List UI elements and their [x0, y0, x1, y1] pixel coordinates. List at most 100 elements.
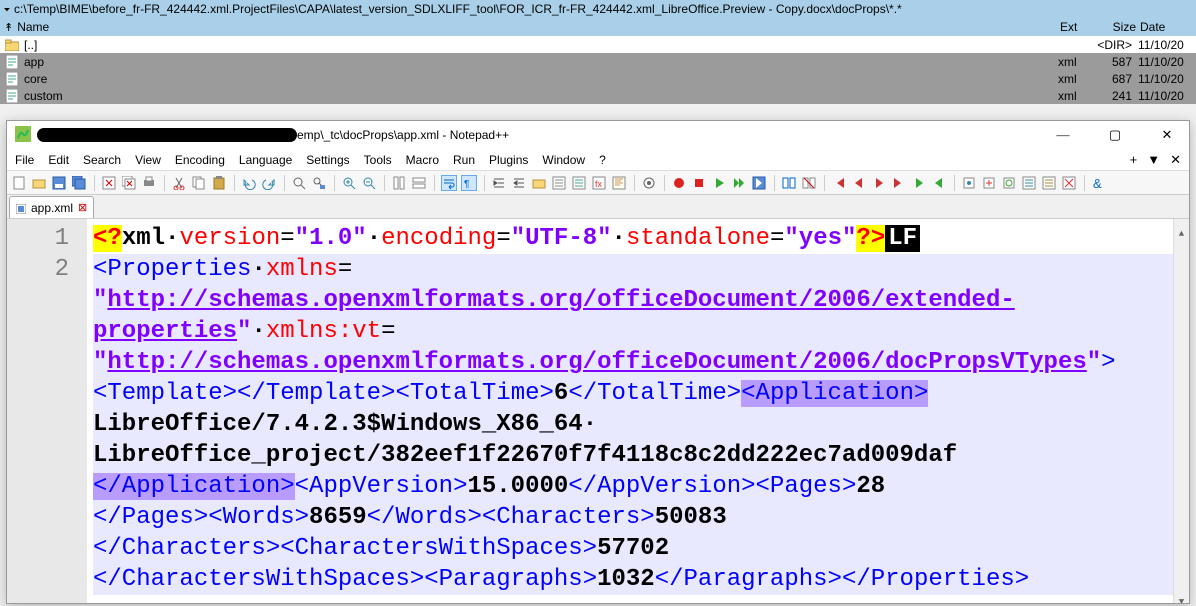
tb-replace-icon[interactable] [311, 175, 327, 191]
tb-redo-icon[interactable] [261, 175, 277, 191]
tb-save-icon[interactable] [51, 175, 67, 191]
tb-docswitch-icon[interactable] [571, 175, 587, 191]
tb-plugin6-icon[interactable] [1061, 175, 1077, 191]
tb-compare-icon[interactable] [781, 175, 797, 191]
menu-view[interactable]: View [135, 153, 161, 167]
tb-undo-icon[interactable] [241, 175, 257, 191]
tb-folder-icon[interactable] [531, 175, 547, 191]
menu-file[interactable]: File [15, 153, 34, 167]
maximize-button[interactable]: ▢ [1101, 127, 1129, 143]
file-row[interactable]: app xml 587 11/10/20 [0, 53, 1196, 70]
tb-allchars-icon[interactable]: ¶ [461, 175, 477, 191]
tb-plugin1-icon[interactable] [961, 175, 977, 191]
tb-amp-icon[interactable]: & [1091, 175, 1107, 191]
editor-area: 1 2 <?xml·version="1.0"·encoding="UTF-8"… [7, 219, 1189, 603]
tb-funclist-icon[interactable]: fx [591, 175, 607, 191]
tb-diff-next-icon[interactable] [911, 175, 927, 191]
path-dropdown-icon[interactable]: ▾ [4, 5, 10, 13]
tb-record-icon[interactable] [671, 175, 687, 191]
code-view[interactable]: <?xml·version="1.0"·encoding="UTF-8"·sta… [87, 219, 1189, 603]
tb-sep [821, 175, 827, 191]
file-date: 11/10/20 [1138, 38, 1192, 52]
tb-nav-first-icon[interactable] [831, 175, 847, 191]
tb-monitor-icon[interactable] [641, 175, 657, 191]
menu-plus-icon[interactable]: + [1130, 152, 1138, 168]
menu-search[interactable]: Search [83, 153, 121, 167]
menu-help[interactable]: ? [599, 153, 606, 167]
file-date: 11/10/20 [1138, 55, 1192, 69]
file-size: 241 [1093, 89, 1138, 103]
tb-sep [161, 175, 167, 191]
menu-plugins[interactable]: Plugins [489, 153, 528, 167]
tb-sep [381, 175, 387, 191]
tb-nav-last-icon[interactable] [891, 175, 907, 191]
tb-saveall-icon[interactable] [71, 175, 87, 191]
file-name: app [24, 55, 1058, 69]
file-size: 687 [1093, 72, 1138, 86]
tb-play-icon[interactable] [711, 175, 727, 191]
file-manager-pane: ▾ c:\Temp\BIME\before_fr-FR_424442.xml.P… [0, 0, 1196, 104]
tb-stop-icon[interactable] [691, 175, 707, 191]
tb-copy-icon[interactable] [191, 175, 207, 191]
tb-find-icon[interactable] [291, 175, 307, 191]
file-row[interactable]: [..] <DIR> 11/10/20 [0, 36, 1196, 53]
file-row[interactable]: custom xml 241 11/10/20 [0, 87, 1196, 104]
col-name-label: Name [17, 20, 49, 34]
file-row[interactable]: core xml 687 11/10/20 [0, 70, 1196, 87]
tb-sync-h-icon[interactable] [411, 175, 427, 191]
vertical-scrollbar[interactable]: ▲ ▼ [1173, 219, 1189, 603]
tb-plugin4-icon[interactable] [1021, 175, 1037, 191]
tb-outdent-icon[interactable] [511, 175, 527, 191]
menu-edit[interactable]: Edit [48, 153, 69, 167]
path-bar[interactable]: ▾ c:\Temp\BIME\before_fr-FR_424442.xml.P… [0, 0, 1196, 18]
tb-nav-next-icon[interactable] [871, 175, 887, 191]
tb-savemacro-icon[interactable] [751, 175, 767, 191]
tb-open-icon[interactable] [31, 175, 47, 191]
menu-macro[interactable]: Macro [406, 153, 439, 167]
path-text: c:\Temp\BIME\before_fr-FR_424442.xml.Pro… [14, 2, 902, 16]
tb-docmap-icon[interactable] [611, 175, 627, 191]
tb-diff-prev-icon[interactable] [931, 175, 947, 191]
menu-settings[interactable]: Settings [306, 153, 349, 167]
tb-zoomout-icon[interactable] [361, 175, 377, 191]
tb-plugin3-icon[interactable] [1001, 175, 1017, 191]
col-size[interactable]: Size [1093, 18, 1138, 36]
col-name[interactable]: ↟ Name [0, 18, 1058, 36]
tb-wordwrap-icon[interactable] [441, 175, 457, 191]
tb-closeall-icon[interactable] [121, 175, 137, 191]
menu-language[interactable]: Language [239, 153, 292, 167]
menu-run[interactable]: Run [453, 153, 475, 167]
tab-close-icon[interactable]: ⊠ [78, 201, 87, 214]
menu-encoding[interactable]: Encoding [175, 153, 225, 167]
tb-nav-prev-icon[interactable] [851, 175, 867, 191]
menu-close-icon[interactable]: ✕ [1170, 152, 1181, 168]
tab-appxml[interactable]: app.xml ⊠ [9, 196, 94, 218]
scroll-down-icon[interactable]: ▼ [1174, 587, 1189, 603]
tb-close-icon[interactable] [101, 175, 117, 191]
tb-indent-icon[interactable] [491, 175, 507, 191]
menu-window[interactable]: Window [542, 153, 585, 167]
titlebar[interactable]: emp\_tc\docProps\app.xml - Notepad++ — ▢… [7, 121, 1189, 149]
menu-down-icon[interactable]: ▼ [1147, 152, 1160, 168]
tb-playmulti-icon[interactable] [731, 175, 747, 191]
tb-clear-compare-icon[interactable] [801, 175, 817, 191]
code-line: <Properties·xmlns="http://schemas.openxm… [93, 254, 1189, 595]
file-size: 587 [1093, 55, 1138, 69]
tb-new-icon[interactable] [11, 175, 27, 191]
minimize-button[interactable]: — [1049, 127, 1077, 143]
col-ext[interactable]: Ext [1058, 18, 1093, 36]
tb-cut-icon[interactable] [171, 175, 187, 191]
tb-plugin2-icon[interactable] [981, 175, 997, 191]
col-date[interactable]: Date [1138, 18, 1196, 36]
tb-zoomin-icon[interactable] [341, 175, 357, 191]
scroll-up-icon[interactable]: ▲ [1174, 219, 1189, 235]
menu-tools[interactable]: Tools [364, 153, 392, 167]
folder-up-icon [4, 38, 20, 52]
tb-doclist-icon[interactable] [551, 175, 567, 191]
tb-plugin5-icon[interactable] [1041, 175, 1057, 191]
tb-paste-icon[interactable] [211, 175, 227, 191]
tb-sync-v-icon[interactable] [391, 175, 407, 191]
close-button[interactable]: ✕ [1153, 127, 1181, 143]
tb-sep [661, 175, 667, 191]
tb-print-icon[interactable] [141, 175, 157, 191]
